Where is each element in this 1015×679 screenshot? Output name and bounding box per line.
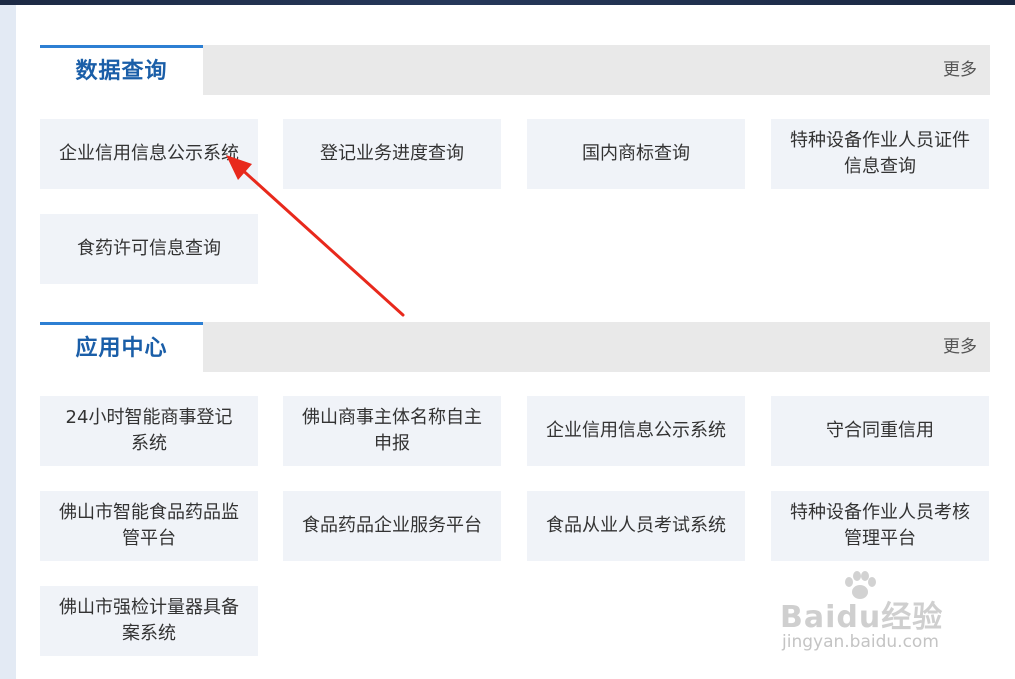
data-query-section-title: 数据查询 — [40, 45, 203, 95]
tile-foshan-metering-filing[interactable]: 佛山市强检计量器具备案系统 — [40, 586, 258, 656]
tile-foshan-name-declaration[interactable]: 佛山商事主体名称自主申报 — [283, 396, 501, 466]
app-center-section-header: 应用中心 更多 — [40, 322, 990, 372]
tile-domestic-trademark-query[interactable]: 国内商标查询 — [527, 119, 745, 189]
tile-24h-smart-registration[interactable]: 24小时智能商事登记系统 — [40, 396, 258, 466]
tile-contract-credit[interactable]: 守合同重信用 — [771, 396, 989, 466]
tile-registration-progress-query[interactable]: 登记业务进度查询 — [283, 119, 501, 189]
data-query-section-header: 数据查询 更多 — [40, 45, 990, 95]
app-center-section-title: 应用中心 — [40, 322, 203, 372]
tile-special-equipment-certificate-query[interactable]: 特种设备作业人员证件信息查询 — [771, 119, 989, 189]
tile-enterprise-credit-info-2[interactable]: 企业信用信息公示系统 — [527, 396, 745, 466]
tile-special-equipment-exam-platform[interactable]: 特种设备作业人员考核管理平台 — [771, 491, 989, 561]
tile-food-drug-enterprise-service[interactable]: 食品药品企业服务平台 — [283, 491, 501, 561]
app-center-more-link[interactable]: 更多 — [943, 322, 977, 372]
data-query-more-link[interactable]: 更多 — [943, 45, 977, 95]
left-background-strip — [0, 5, 16, 679]
tile-food-staff-exam[interactable]: 食品从业人员考试系统 — [527, 491, 745, 561]
tile-food-drug-license-query[interactable]: 食药许可信息查询 — [40, 214, 258, 284]
tile-enterprise-credit-info[interactable]: 企业信用信息公示系统 — [40, 119, 258, 189]
tile-foshan-food-drug-platform[interactable]: 佛山市智能食品药品监管平台 — [40, 491, 258, 561]
